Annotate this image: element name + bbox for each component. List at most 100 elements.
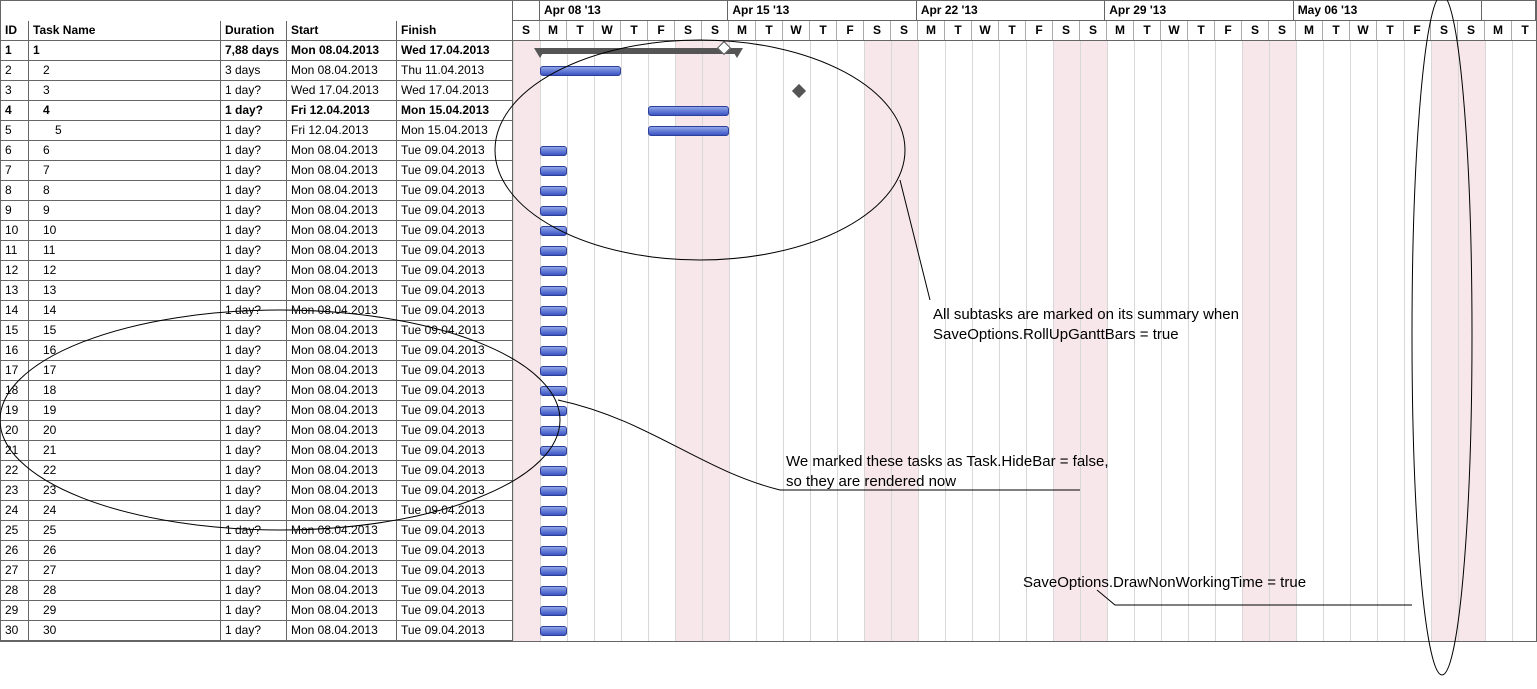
task-bar[interactable] bbox=[540, 626, 567, 636]
cell-duration[interactable]: 1 day? bbox=[221, 561, 287, 580]
cell-duration[interactable]: 1 day? bbox=[221, 341, 287, 360]
cell-name[interactable]: 26 bbox=[29, 541, 221, 560]
cell-finish[interactable]: Tue 09.04.2013 bbox=[397, 441, 512, 460]
cell-start[interactable]: Mon 08.04.2013 bbox=[287, 421, 397, 440]
cell-name[interactable]: 10 bbox=[29, 221, 221, 240]
cell-duration[interactable]: 1 day? bbox=[221, 601, 287, 620]
cell-duration[interactable]: 1 day? bbox=[221, 421, 287, 440]
task-bar[interactable] bbox=[540, 266, 567, 276]
cell-duration[interactable]: 1 day? bbox=[221, 261, 287, 280]
cell-finish[interactable]: Mon 15.04.2013 bbox=[397, 121, 512, 140]
cell-name[interactable]: 1 bbox=[29, 41, 221, 60]
cell-duration[interactable]: 1 day? bbox=[221, 541, 287, 560]
cell-start[interactable]: Mon 08.04.2013 bbox=[287, 321, 397, 340]
task-bar[interactable] bbox=[540, 206, 567, 216]
cell-name[interactable]: 5 bbox=[29, 121, 221, 140]
cell-start[interactable]: Mon 08.04.2013 bbox=[287, 361, 397, 380]
table-row[interactable]: 22221 day?Mon 08.04.2013Tue 09.04.2013 bbox=[1, 461, 512, 481]
task-bar[interactable] bbox=[540, 186, 567, 196]
cell-duration[interactable]: 1 day? bbox=[221, 241, 287, 260]
col-header-start[interactable]: Start bbox=[287, 21, 397, 40]
cell-start[interactable]: Fri 12.04.2013 bbox=[287, 121, 397, 140]
cell-duration[interactable]: 1 day? bbox=[221, 281, 287, 300]
task-bar[interactable] bbox=[540, 466, 567, 476]
cell-name[interactable]: 6 bbox=[29, 141, 221, 160]
cell-finish[interactable]: Tue 09.04.2013 bbox=[397, 361, 512, 380]
cell-finish[interactable]: Mon 15.04.2013 bbox=[397, 101, 512, 120]
cell-finish[interactable]: Tue 09.04.2013 bbox=[397, 141, 512, 160]
table-row[interactable]: 30301 day?Mon 08.04.2013Tue 09.04.2013 bbox=[1, 621, 512, 641]
task-bar[interactable] bbox=[540, 406, 567, 416]
task-bar[interactable] bbox=[540, 606, 567, 616]
task-bar[interactable] bbox=[540, 586, 567, 596]
cell-duration[interactable]: 1 day? bbox=[221, 501, 287, 520]
cell-duration[interactable]: 3 days bbox=[221, 61, 287, 80]
cell-name[interactable]: 18 bbox=[29, 381, 221, 400]
cell-start[interactable]: Mon 08.04.2013 bbox=[287, 501, 397, 520]
cell-name[interactable]: 3 bbox=[29, 81, 221, 100]
table-row[interactable]: 551 day?Fri 12.04.2013Mon 15.04.2013 bbox=[1, 121, 512, 141]
cell-start[interactable]: Mon 08.04.2013 bbox=[287, 441, 397, 460]
table-row[interactable]: 331 day?Wed 17.04.2013Wed 17.04.2013 bbox=[1, 81, 512, 101]
cell-name[interactable]: 12 bbox=[29, 261, 221, 280]
table-row[interactable]: 11111 day?Mon 08.04.2013Tue 09.04.2013 bbox=[1, 241, 512, 261]
cell-finish[interactable]: Tue 09.04.2013 bbox=[397, 161, 512, 180]
cell-name[interactable]: 23 bbox=[29, 481, 221, 500]
table-row[interactable]: 19191 day?Mon 08.04.2013Tue 09.04.2013 bbox=[1, 401, 512, 421]
cell-finish[interactable]: Tue 09.04.2013 bbox=[397, 181, 512, 200]
cell-name[interactable]: 17 bbox=[29, 361, 221, 380]
col-header-duration[interactable]: Duration bbox=[221, 21, 287, 40]
task-bar[interactable] bbox=[540, 546, 567, 556]
cell-start[interactable]: Mon 08.04.2013 bbox=[287, 221, 397, 240]
cell-duration[interactable]: 1 day? bbox=[221, 361, 287, 380]
cell-start[interactable]: Mon 08.04.2013 bbox=[287, 381, 397, 400]
cell-duration[interactable]: 1 day? bbox=[221, 621, 287, 640]
cell-finish[interactable]: Tue 09.04.2013 bbox=[397, 261, 512, 280]
cell-finish[interactable]: Tue 09.04.2013 bbox=[397, 541, 512, 560]
table-row[interactable]: 23231 day?Mon 08.04.2013Tue 09.04.2013 bbox=[1, 481, 512, 501]
cell-name[interactable]: 16 bbox=[29, 341, 221, 360]
task-bar[interactable] bbox=[540, 306, 567, 316]
table-row[interactable]: 10101 day?Mon 08.04.2013Tue 09.04.2013 bbox=[1, 221, 512, 241]
cell-start[interactable]: Mon 08.04.2013 bbox=[287, 61, 397, 80]
cell-duration[interactable]: 1 day? bbox=[221, 521, 287, 540]
cell-duration[interactable]: 1 day? bbox=[221, 121, 287, 140]
cell-duration[interactable]: 1 day? bbox=[221, 381, 287, 400]
table-row[interactable]: 16161 day?Mon 08.04.2013Tue 09.04.2013 bbox=[1, 341, 512, 361]
task-bar[interactable] bbox=[648, 106, 729, 116]
task-bar[interactable] bbox=[540, 66, 621, 76]
cell-finish[interactable]: Tue 09.04.2013 bbox=[397, 281, 512, 300]
cell-finish[interactable]: Tue 09.04.2013 bbox=[397, 481, 512, 500]
task-bar[interactable] bbox=[540, 426, 567, 436]
cell-duration[interactable]: 7,88 days bbox=[221, 41, 287, 60]
table-row[interactable]: 12121 day?Mon 08.04.2013Tue 09.04.2013 bbox=[1, 261, 512, 281]
table-row[interactable]: 26261 day?Mon 08.04.2013Tue 09.04.2013 bbox=[1, 541, 512, 561]
task-bar[interactable] bbox=[648, 126, 729, 136]
cell-start[interactable]: Mon 08.04.2013 bbox=[287, 561, 397, 580]
cell-finish[interactable]: Tue 09.04.2013 bbox=[397, 201, 512, 220]
col-header-id[interactable]: ID bbox=[1, 21, 29, 40]
cell-name[interactable]: 15 bbox=[29, 321, 221, 340]
cell-start[interactable]: Mon 08.04.2013 bbox=[287, 261, 397, 280]
cell-duration[interactable]: 1 day? bbox=[221, 461, 287, 480]
cell-finish[interactable]: Tue 09.04.2013 bbox=[397, 401, 512, 420]
table-row[interactable]: 20201 day?Mon 08.04.2013Tue 09.04.2013 bbox=[1, 421, 512, 441]
cell-finish[interactable]: Tue 09.04.2013 bbox=[397, 241, 512, 260]
table-row[interactable]: 21211 day?Mon 08.04.2013Tue 09.04.2013 bbox=[1, 441, 512, 461]
table-row[interactable]: 29291 day?Mon 08.04.2013Tue 09.04.2013 bbox=[1, 601, 512, 621]
cell-start[interactable]: Mon 08.04.2013 bbox=[287, 521, 397, 540]
milestone-icon[interactable] bbox=[792, 84, 806, 98]
cell-name[interactable]: 27 bbox=[29, 561, 221, 580]
cell-name[interactable]: 25 bbox=[29, 521, 221, 540]
cell-finish[interactable]: Tue 09.04.2013 bbox=[397, 461, 512, 480]
cell-finish[interactable]: Tue 09.04.2013 bbox=[397, 341, 512, 360]
table-row[interactable]: 771 day?Mon 08.04.2013Tue 09.04.2013 bbox=[1, 161, 512, 181]
summary-bar[interactable] bbox=[540, 48, 737, 54]
table-row[interactable]: 117,88 daysMon 08.04.2013Wed 17.04.2013 bbox=[1, 41, 512, 61]
cell-name[interactable]: 29 bbox=[29, 601, 221, 620]
task-bar[interactable] bbox=[540, 346, 567, 356]
cell-finish[interactable]: Tue 09.04.2013 bbox=[397, 301, 512, 320]
task-bar[interactable] bbox=[540, 166, 567, 176]
cell-finish[interactable]: Tue 09.04.2013 bbox=[397, 381, 512, 400]
cell-start[interactable]: Mon 08.04.2013 bbox=[287, 201, 397, 220]
